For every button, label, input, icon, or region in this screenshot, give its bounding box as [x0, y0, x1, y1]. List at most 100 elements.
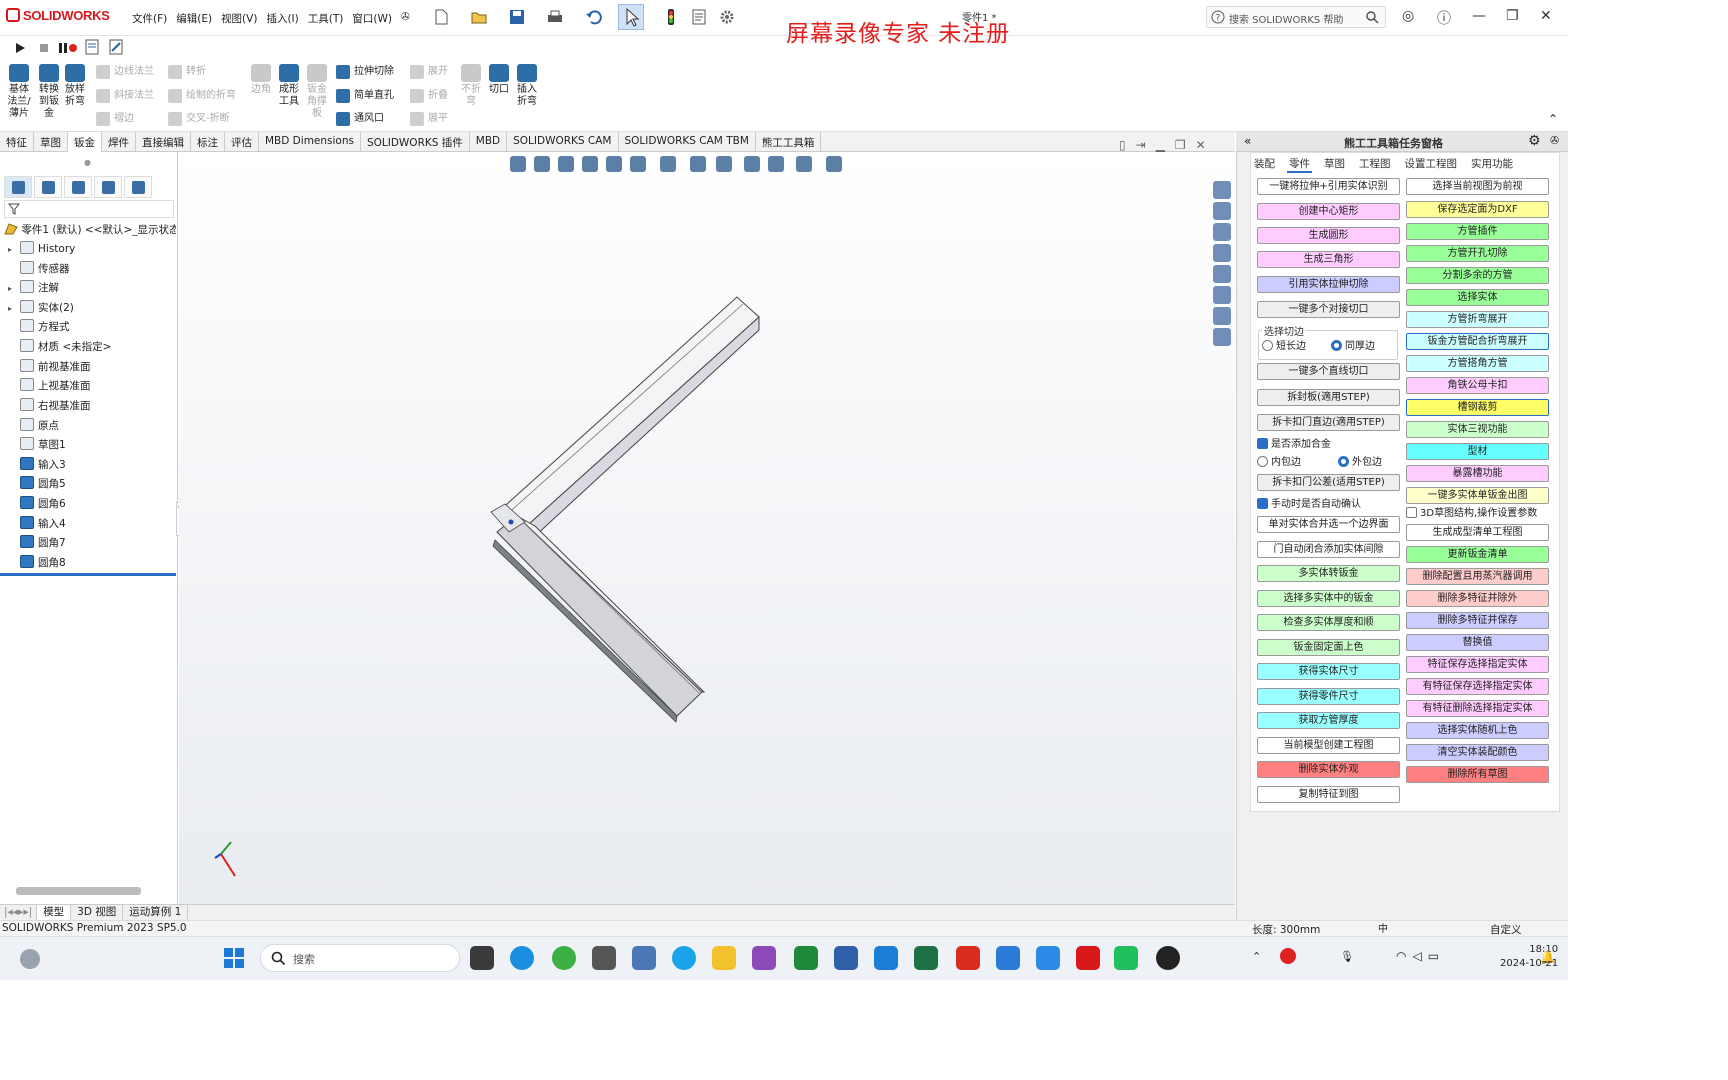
toolbox-btn-r21[interactable]: 特征保存选择指定实体	[1406, 656, 1549, 673]
chat-app-icon[interactable]	[672, 946, 696, 970]
tree-item-front-plane[interactable]: 前视基准面	[8, 358, 91, 376]
convert-to-sheetmetal-button[interactable]: 转换到钣金	[36, 64, 62, 120]
new-file-icon[interactable]	[432, 8, 450, 26]
tab-sketch-tools[interactable]: 草图	[1322, 156, 1347, 173]
account-icon[interactable]: ◎	[1402, 8, 1414, 24]
toolbox-btn-r4[interactable]: 分割多余的方管	[1406, 267, 1549, 284]
apply-scene-icon[interactable]	[768, 156, 784, 172]
tree-item-equations[interactable]: 方程式	[8, 318, 70, 336]
extruded-cut-button[interactable]: 拉伸切除	[336, 64, 394, 80]
task-view-icon[interactable]	[470, 946, 494, 970]
pane-settings-gear-icon[interactable]: ⚙	[1528, 133, 1541, 149]
tab-scroll-arrows[interactable]: |◂◂▸▸|	[0, 905, 38, 920]
property-manager-tab[interactable]	[34, 176, 62, 198]
tab-sheet-metal[interactable]: 钣金	[68, 132, 102, 152]
taskbar-search[interactable]: 搜索	[260, 944, 460, 972]
file-properties-icon[interactable]	[690, 8, 708, 26]
sheetmetal-gusset-button[interactable]: 钣金角撑板	[304, 64, 330, 120]
flatten-button[interactable]: 展平	[410, 111, 448, 127]
part-root-node[interactable]: 零件1 (默认) <<默认>_显示状态 1>	[4, 222, 176, 237]
tab-sketch[interactable]: 草图	[34, 132, 68, 152]
collapse-pane-icon[interactable]: «	[1244, 134, 1251, 148]
toolbox-btn-l13[interactable]: 选择多实体中的钣金	[1257, 590, 1400, 607]
tab-utilities[interactable]: 实用功能	[1469, 156, 1515, 173]
record-macro-icon[interactable]	[58, 42, 78, 54]
toolbox-btn-r2[interactable]: 方管插件	[1406, 223, 1549, 240]
toolbox-btn-l21[interactable]: 复制特征到图	[1257, 786, 1400, 803]
toolbox-btn-l20[interactable]: 删除实体外观	[1257, 761, 1400, 778]
calculator-icon[interactable]	[632, 946, 656, 970]
check-auto-confirm[interactable]: 手动时是否自动确认	[1257, 498, 1361, 512]
search-icon[interactable]	[1366, 11, 1379, 24]
tree-item-annotations[interactable]: ▸ 注解	[8, 279, 59, 297]
tab-solidworks-cam-tbm[interactable]: SOLIDWORKS CAM TBM	[619, 132, 756, 152]
toolbox-btn-l7[interactable]: 拆封板(適用STEP)	[1257, 389, 1400, 406]
toolbox-btn-l0[interactable]: 一键将拉伸+引用实体识别	[1257, 178, 1400, 195]
toolbox-btn-l15[interactable]: 钣金固定面上色	[1257, 639, 1400, 656]
acrobat-icon[interactable]	[956, 946, 980, 970]
toolbox-btn-r13[interactable]: 暴露槽功能	[1406, 465, 1549, 482]
graphics-area[interactable]: ▯⇥▁❐✕	[179, 138, 1235, 904]
toolbox-btn-l12[interactable]: 多实体转钣金	[1257, 565, 1400, 582]
toolbox-btn-r26[interactable]: 删除所有草图	[1406, 766, 1549, 783]
solidworks-taskbar-icon[interactable]	[1076, 946, 1100, 970]
tab-xionggong-toolbox[interactable]: 熊工工具箱	[756, 132, 822, 152]
fold-button[interactable]: 折叠	[410, 88, 448, 104]
start-button[interactable]	[224, 948, 244, 968]
menu-insert[interactable]: 插入(I)	[266, 11, 298, 26]
check-3d-sketch[interactable]: 3D草图结构,操作设置参数	[1406, 507, 1537, 521]
traffic-light-icon[interactable]	[662, 8, 680, 26]
toolbox-btn-r14[interactable]: 一键多实体单钣金出图	[1406, 487, 1549, 504]
radio-outside-wrap[interactable]: 外包边	[1338, 456, 1382, 470]
menu-window[interactable]: 窗口(W)	[352, 11, 392, 26]
solidworks-logo[interactable]: SOLIDWORKS	[6, 8, 110, 23]
tab-drawing[interactable]: 工程图	[1357, 156, 1393, 173]
tab-drawing-setup[interactable]: 设置工程图	[1403, 156, 1460, 173]
network-volume-battery-icons[interactable]: ◠◁▭	[1396, 949, 1445, 963]
menu-view[interactable]: 视图(V)	[221, 11, 257, 26]
hide-show-items-icon[interactable]	[716, 156, 732, 172]
media-app-icon[interactable]	[752, 946, 776, 970]
toolbox-btn-r3[interactable]: 方管开孔切除	[1406, 245, 1549, 262]
tab-solidworks-cam[interactable]: SOLIDWORKS CAM	[507, 132, 619, 152]
toolbox-btn-l3[interactable]: 生成三角形	[1257, 251, 1400, 268]
toolbox-btn-r6[interactable]: 方管折弯展开	[1406, 311, 1549, 328]
notepad-icon[interactable]	[996, 946, 1020, 970]
toolbox-btn-r15[interactable]: 生成成型清单工程图	[1406, 524, 1549, 541]
rip-button[interactable]: 切口	[486, 64, 512, 96]
microphone-icon[interactable]: 🎙	[1340, 950, 1354, 963]
toolbox-btn-r9[interactable]: 角铁公母卡扣	[1406, 377, 1549, 394]
tab-solidworks-addins[interactable]: SOLIDWORKS 插件	[361, 132, 470, 152]
feature-filter-input[interactable]	[4, 200, 174, 218]
qq-icon[interactable]	[1156, 946, 1180, 970]
file-explorer-icon[interactable]	[1213, 223, 1231, 241]
toolbox-btn-r17[interactable]: 删除配置且用蒸汽器调用	[1406, 568, 1549, 585]
toolbox-btn-l1[interactable]: 创建中心矩形	[1257, 203, 1400, 220]
cross-break-button[interactable]: 交叉-折断	[168, 111, 230, 127]
view-orientation-icon[interactable]	[630, 156, 646, 172]
toolbox-btn-l2[interactable]: 生成圆形	[1257, 227, 1400, 244]
addin-icon[interactable]	[1213, 328, 1231, 346]
stop-macro-icon[interactable]	[38, 42, 50, 54]
units-custom[interactable]: 自定义	[1490, 922, 1522, 937]
tab-markup[interactable]: 标注	[191, 132, 225, 152]
toolbox-btn-l18[interactable]: 获取方管厚度	[1257, 712, 1400, 729]
toolbox-btn-r0[interactable]: 选择当前视图为前视	[1406, 178, 1549, 195]
tab-direct-editing[interactable]: 直接编辑	[136, 132, 191, 152]
excel-icon[interactable]	[914, 946, 938, 970]
toolbox-btn-l14[interactable]: 检查多实体厚度和顺	[1257, 614, 1400, 631]
toolbox-btn-l8[interactable]: 拆卡扣门直边(適用STEP)	[1257, 414, 1400, 431]
help-icon[interactable]: ⓘ	[1437, 8, 1451, 28]
tab-evaluate[interactable]: 评估	[225, 132, 259, 152]
toolbox-btn-l17[interactable]: 获得零件尺寸	[1257, 688, 1400, 705]
tab-model[interactable]: 模型	[37, 905, 72, 920]
design-library-icon[interactable]	[1213, 202, 1231, 220]
forming-tool-button[interactable]: 成形工具	[276, 64, 302, 108]
zoom-to-fit-icon[interactable]	[510, 156, 526, 172]
toolbox-btn-r20[interactable]: 替换值	[1406, 634, 1549, 651]
feishu-icon[interactable]	[1036, 946, 1060, 970]
pin-icon[interactable]: ✇	[401, 11, 410, 26]
toolbox-btn-r7[interactable]: 钣金方管配合折弯展开	[1406, 333, 1549, 350]
toolbox-btn-r22[interactable]: 有特征保存选择指定实体	[1406, 678, 1549, 695]
tab-mbd[interactable]: MBD	[470, 132, 508, 152]
